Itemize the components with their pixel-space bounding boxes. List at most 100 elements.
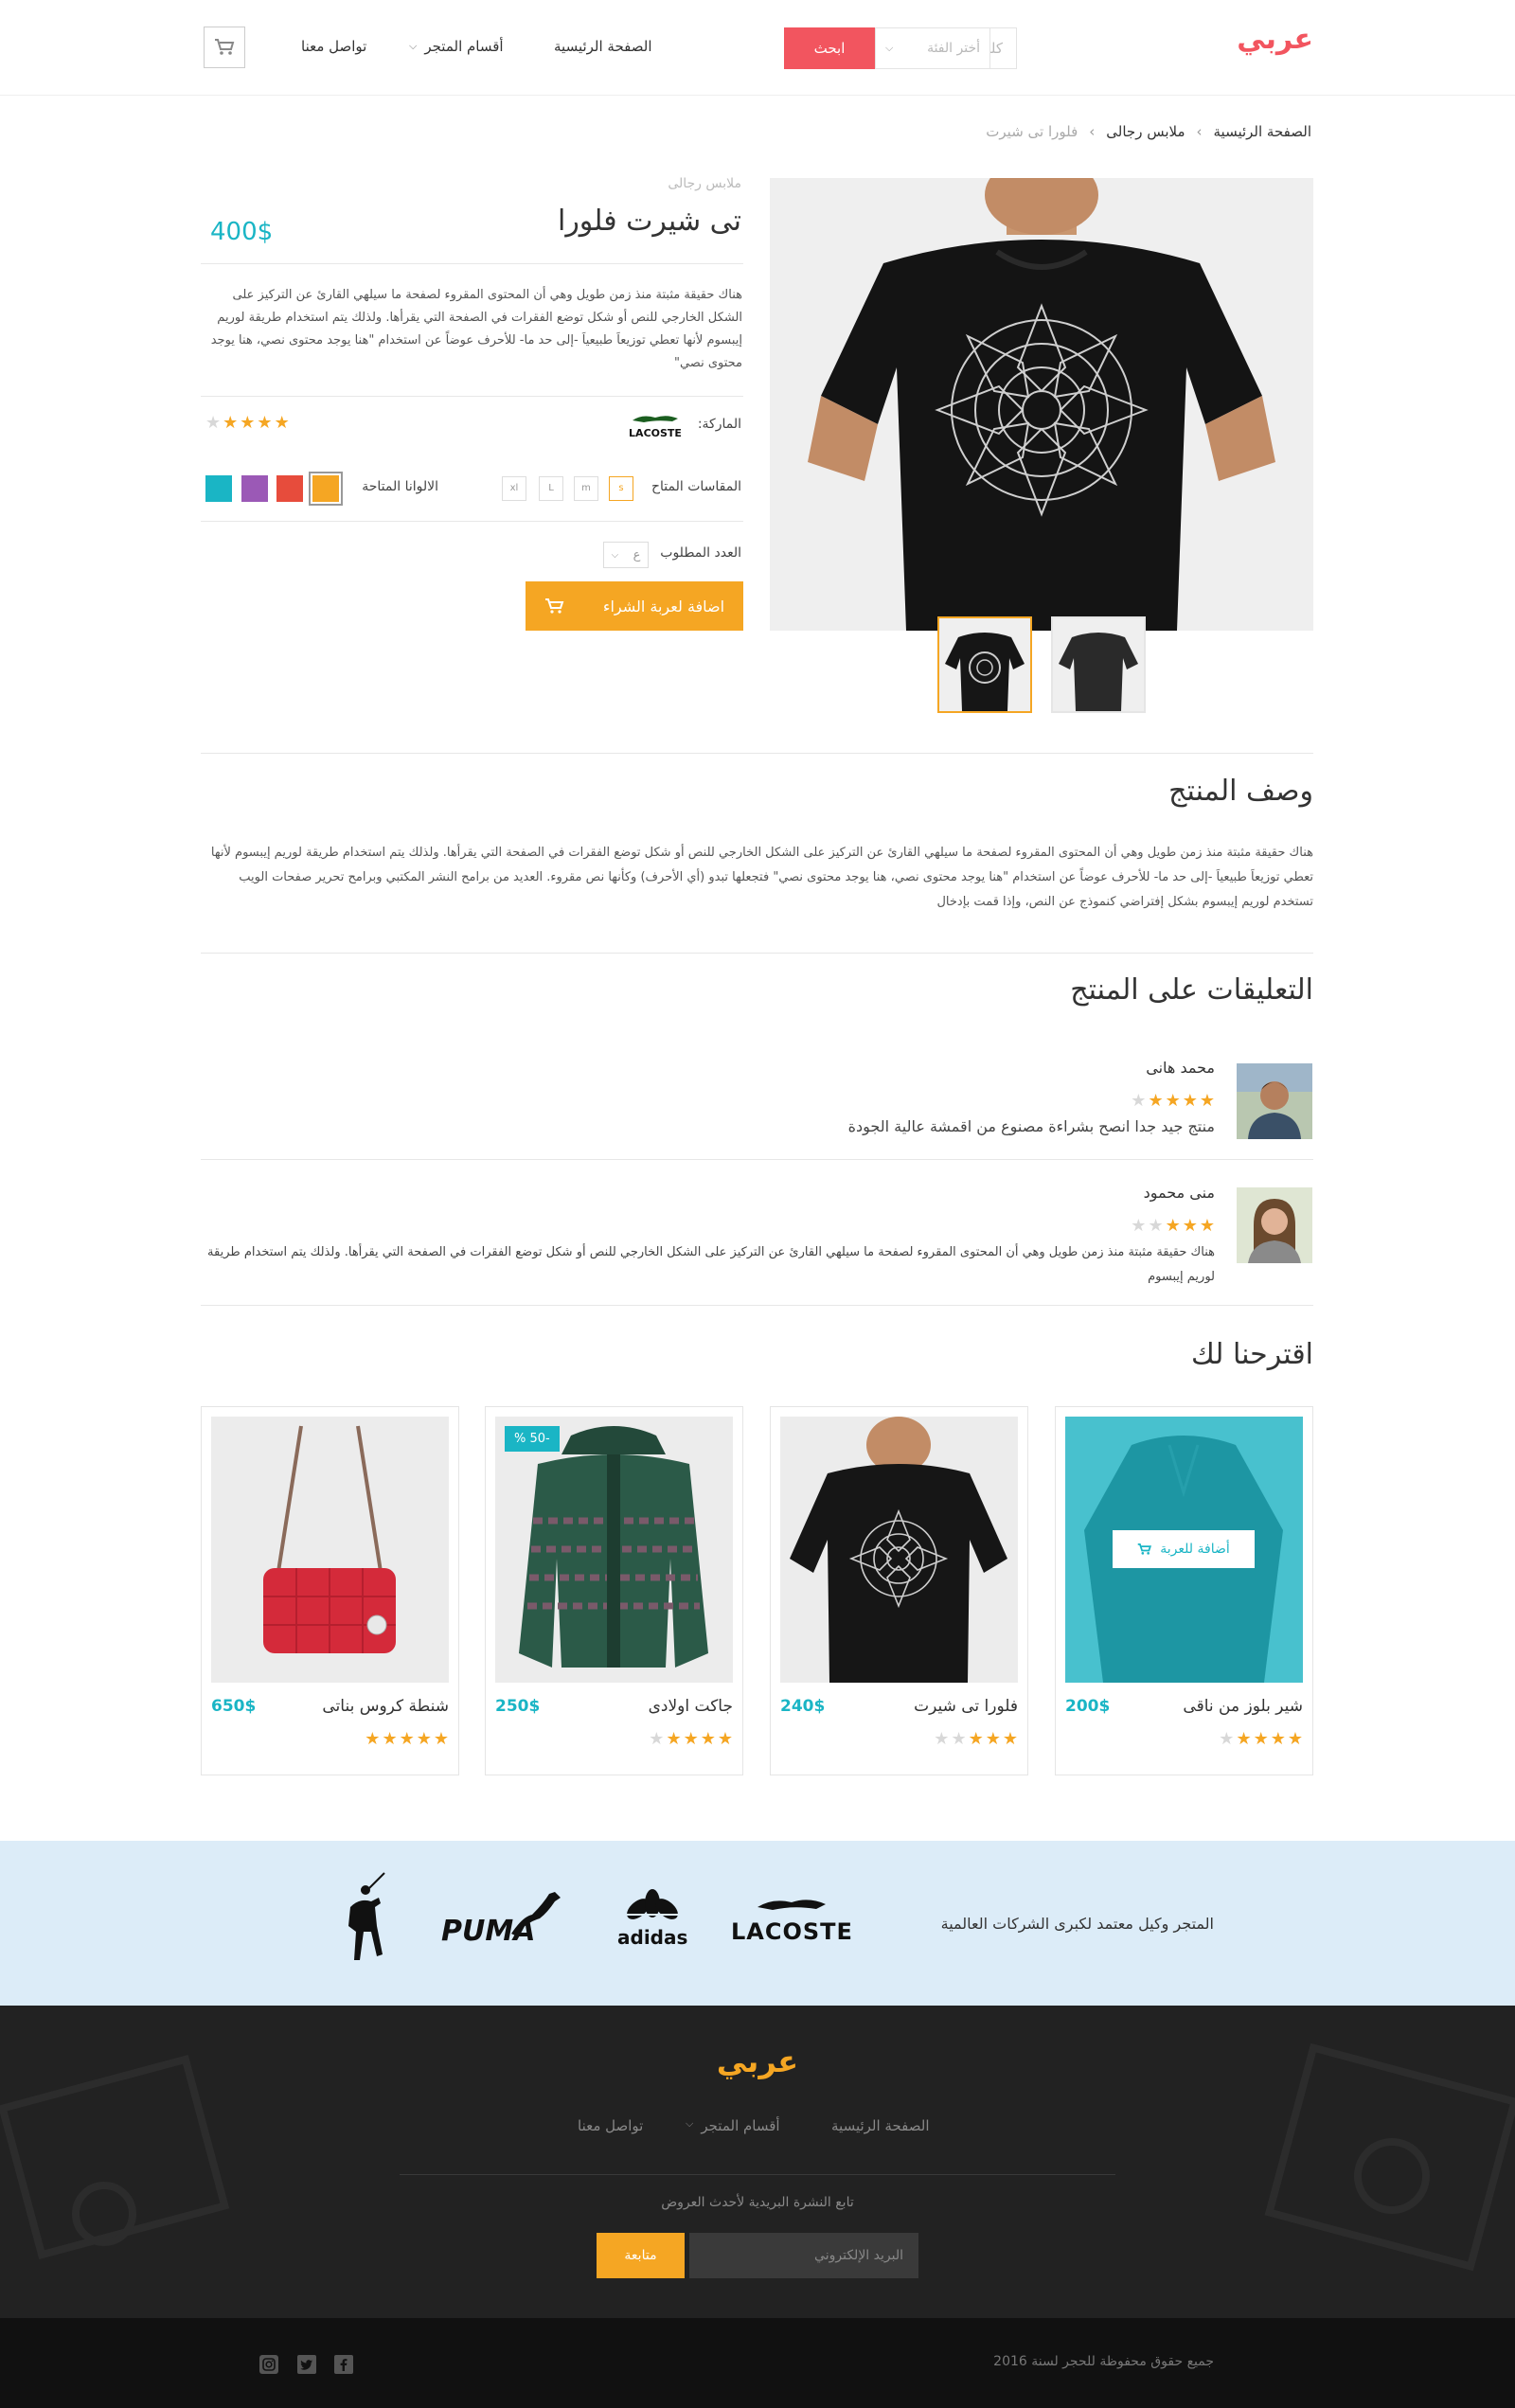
chevron-down-icon: ⌵ [885, 42, 894, 54]
star-icon: ★ [985, 1729, 1001, 1749]
polo-horse-icon [348, 1872, 385, 1960]
product-category: ملابس رجالى [668, 176, 741, 191]
facebook-icon[interactable] [333, 2354, 354, 2375]
star-icon: ★ [1270, 1729, 1286, 1749]
twitter-icon[interactable] [296, 2354, 317, 2375]
footer-nav-departments[interactable]: أقسام المتجر ⌵ [686, 2117, 780, 2134]
suggestions-title: اقترحنا لك [1191, 1338, 1313, 1371]
size-option[interactable]: xl [502, 476, 526, 501]
color-swatch-orange[interactable] [309, 472, 343, 506]
star-icon: ★ [433, 1729, 449, 1749]
sizes-label: المقاسات المتاح [651, 479, 741, 494]
star-icon: ★ [1236, 1729, 1252, 1749]
size-option[interactable]: s [609, 476, 633, 501]
star-icon: ★ [223, 413, 239, 433]
star-icon: ★ [951, 1729, 967, 1749]
product-card-name[interactable]: شير بلوز من ناقى [1183, 1697, 1303, 1716]
category-select[interactable]: أختر الفئة ⌵ [875, 27, 990, 69]
star-icon: ★ [382, 1729, 398, 1749]
star-icon: ★ [934, 1729, 950, 1749]
star-icon: ★ [1182, 1091, 1198, 1111]
product-main-image[interactable] [770, 178, 1313, 631]
breadcrumb-home[interactable]: الصفحة الرئيسية [1214, 123, 1312, 140]
copyright: جميع حقوق محفوظة للحجر لسنة 2016 [993, 2354, 1214, 2369]
color-swatch-red[interactable] [276, 475, 303, 502]
brand-label: الماركة: [697, 417, 741, 432]
divider [201, 1305, 1313, 1306]
product-card[interactable]: أضافة للعربة شير بلوز من ناقى 200$ ★ ★ ★… [1055, 1406, 1313, 1775]
product-card-rating: ★ ★ ★ ★ ★ [365, 1731, 449, 1748]
discount-badge: -50 % [505, 1426, 560, 1452]
star-icon: ★ [365, 1729, 381, 1749]
newsletter-text: تابع النشرة البريدية لأحدث العروض [661, 2195, 854, 2210]
subscribe-button[interactable]: متابعة [597, 2233, 685, 2278]
product-card-image[interactable]: أضافة للعربة [1065, 1417, 1303, 1683]
nav-contact[interactable]: تواصل معنا [301, 38, 366, 55]
avatar [1237, 1187, 1312, 1263]
site-footer: عربي الصفحة الرئيسية أقسام المتجر ⌵ تواص… [0, 2006, 1515, 2318]
product-card-image[interactable] [211, 1417, 449, 1683]
product-title: تى شيرت فلورا [557, 205, 741, 238]
review-text: هناك حقيقة مثبتة منذ زمن طويل وهي أن الم… [207, 1245, 1215, 1284]
qty-select[interactable]: ع ⌵ [603, 542, 649, 568]
bottom-bar: جميع حقوق محفوظة للحجر لسنة 2016 [0, 2318, 1515, 2408]
add-to-cart-button[interactable]: اضافة لعربة الشراء [526, 581, 743, 631]
product-card-image[interactable] [780, 1417, 1018, 1683]
chevron-down-icon: ⌵ [611, 549, 619, 561]
review-rating: ★ ★ ★ ★ ★ [1131, 1093, 1215, 1110]
category-select-value: أختر الفئة [927, 41, 980, 56]
star-icon: ★ [1182, 1216, 1198, 1236]
product-card-name[interactable]: شنطة كروس بناتى [322, 1697, 449, 1716]
footer-nav-contact[interactable]: تواصل معنا [578, 2117, 643, 2134]
product-card-name[interactable]: جاكت اولادى [649, 1697, 733, 1716]
review-text: منتج جيد جدا انصح بشراءة مصنوع من اقمشة … [847, 1117, 1215, 1135]
star-icon: ★ [1148, 1091, 1164, 1111]
product-card-price: 200$ [1065, 1697, 1111, 1716]
review-author: منى محمود [1143, 1184, 1215, 1202]
newsletter-email-input[interactable] [689, 2233, 918, 2278]
review-author: محمد هانى [1146, 1059, 1215, 1077]
star-icon: ★ [1165, 1091, 1181, 1111]
breadcrumb-separator-icon: › [1196, 123, 1203, 140]
product-price: 400$ [210, 218, 274, 246]
star-icon: ★ [700, 1729, 716, 1749]
star-icon: ★ [717, 1729, 733, 1749]
cart-icon [215, 39, 235, 55]
nav-departments[interactable]: أقسام المتجر ⌵ [409, 38, 504, 55]
product-card-price: 650$ [211, 1697, 257, 1716]
divider [201, 1159, 1313, 1160]
brand-adidas[interactable]: adidas [617, 1888, 687, 1949]
brand-lacoste[interactable]: LACOSTE [731, 1894, 853, 1945]
full-description: هناك حقيقة مثبتة منذ زمن طويل وهي أن الم… [210, 846, 1313, 909]
product-card-name[interactable]: فلورا تى شيرت [914, 1697, 1018, 1716]
brand-polo[interactable] [341, 1869, 388, 1977]
newsletter-email-field [689, 2233, 918, 2278]
product-card-price: 240$ [780, 1697, 826, 1716]
site-logo[interactable]: عربي [1237, 23, 1313, 56]
product-rating: ★ ★ ★ ★ ★ [205, 415, 290, 432]
search-button[interactable]: ابحث [784, 27, 875, 69]
color-swatch-teal[interactable] [205, 475, 232, 502]
product-card-image[interactable]: -50 % [495, 1417, 733, 1683]
description-title: وصف المنتج [1168, 775, 1313, 808]
qty-label: العدد المطلوب [660, 545, 741, 561]
product-card[interactable]: -50 % جاكت اولادى 250$ ★ ★ ★ ★ ★ [485, 1406, 743, 1775]
overlay-add-to-cart-button[interactable]: أضافة للعربة [1113, 1530, 1255, 1568]
breadcrumb-category[interactable]: ملابس رجالى [1106, 123, 1185, 140]
size-option[interactable]: m [574, 476, 598, 501]
product-card[interactable]: فلورا تى شيرت 240$ ★ ★ ★ ★ ★ [770, 1406, 1028, 1775]
star-icon: ★ [274, 413, 290, 433]
color-swatch-purple[interactable] [241, 475, 268, 502]
product-card[interactable]: شنطة كروس بناتى 650$ ★ ★ ★ ★ ★ [201, 1406, 459, 1775]
cart-button[interactable] [204, 27, 245, 68]
size-option[interactable]: L [539, 476, 563, 501]
product-thumbnail-front[interactable] [937, 616, 1032, 713]
nav-home[interactable]: الصفحة الرئيسية [554, 38, 652, 55]
star-icon: ★ [205, 413, 222, 433]
star-icon: ★ [1148, 1216, 1164, 1236]
cart-icon [1137, 1543, 1152, 1555]
product-thumbnail-back[interactable] [1051, 616, 1146, 713]
instagram-icon[interactable] [258, 2354, 279, 2375]
footer-nav-home[interactable]: الصفحة الرئيسية [831, 2117, 930, 2134]
footer-logo[interactable]: عربي [0, 2043, 1515, 2079]
